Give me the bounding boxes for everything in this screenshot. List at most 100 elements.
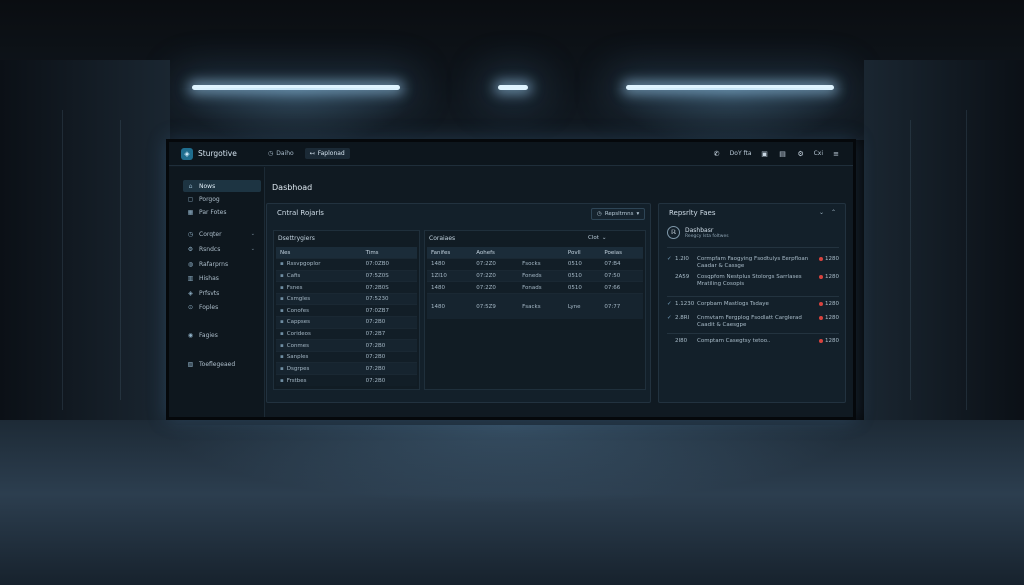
devices-table: Nes Tims ▪ Rssvpgoplor 07:0ZB0 ▪ Cafis 07:5Z… xyxy=(276,247,417,387)
table-cell: ▪ Cappses xyxy=(276,316,362,329)
table-row[interactable]: ▪ Sanples 07:2B0 xyxy=(276,350,417,363)
user-label[interactable]: DoY fta xyxy=(730,150,752,157)
sidebar-item-prfsvts[interactable]: ◈ Prfsvts xyxy=(183,287,261,299)
sidebar-item-porgog[interactable]: ▢ Porgog xyxy=(183,193,261,205)
list-item[interactable]: ✓ 1.1230 Corpbam Mastlogs Tsdaye 1280 xyxy=(667,301,839,315)
table-row[interactable]: 1480 07:5Z9 Fsacks Lyne 07:77 xyxy=(427,292,643,320)
cell-text: Sanples xyxy=(286,354,309,361)
table-cell: 1ZI10 xyxy=(427,269,473,282)
chevron-down-icon[interactable]: ⌄ xyxy=(251,231,255,237)
table-row[interactable]: ▪ Rssvpgoplor 07:0ZB0 xyxy=(276,258,417,271)
table-cell: 07:2B0S xyxy=(361,281,417,294)
menu-icon[interactable]: ≡ xyxy=(831,149,841,159)
square-icon: ▪ xyxy=(280,330,284,337)
alert-status: 1280 xyxy=(813,274,839,280)
filter-dropdown[interactable]: ◷ Repsltmns ▾ xyxy=(591,208,646,220)
check-icon: ✓ xyxy=(667,315,672,321)
box-icon: ▢ xyxy=(187,195,194,203)
wall-seam xyxy=(966,110,967,410)
top-nav-daiho[interactable]: ◷ Daiho xyxy=(263,148,299,159)
arrow-icon: ↤ xyxy=(309,150,315,157)
document-icon[interactable]: ▤ xyxy=(778,149,788,159)
check-icon: ✓ xyxy=(667,256,672,262)
list-item[interactable]: ✓ 2.8RI Cnmvtam Fergplog Fsodlatt Cargle… xyxy=(667,315,839,329)
table-row[interactable]: 1ZI10 07:2Z0 Foneds 0510 07:50 xyxy=(427,269,643,282)
alert-description: Cosqpfom Nestplus Stolorgs Sarrlases Mra… xyxy=(697,274,802,287)
table-row[interactable]: 1480 07:2Z0 Fsocks 0510 07:B4 xyxy=(427,258,643,271)
chevron-up-icon[interactable]: ⌃ xyxy=(831,209,836,216)
table-cell: 07:2B7 xyxy=(361,327,417,340)
table-row[interactable]: ▪ Corideos 07:2B7 xyxy=(276,327,417,340)
table-cell: ▪ Sanples xyxy=(276,350,362,363)
folder-icon: ▧ xyxy=(187,360,194,368)
dashboard-screen: ◈ Sturgotive ◷ Daiho ↤ Faplonad ✆ DoY ft… xyxy=(166,139,856,420)
cell-text: Cappses xyxy=(286,319,311,326)
divider xyxy=(667,333,839,334)
table-cell: 07:2B0 xyxy=(361,350,417,363)
red-dot-icon xyxy=(819,339,823,343)
column-header[interactable]: Fanifes xyxy=(427,247,473,259)
sidebar-item-label: Rsndcs xyxy=(199,245,221,253)
column-header[interactable]: Poeias xyxy=(600,247,643,259)
table-header-row: Fanifes Aohefs Povll Poeias xyxy=(427,247,643,259)
table-cell: 1480 xyxy=(427,258,473,271)
table-row[interactable]: ▪ Csmgles 07:5230 xyxy=(276,292,417,305)
list-item[interactable]: ✓ 1.2I0 Cormpfam Faogying Fsodtulys Eerp… xyxy=(667,256,839,270)
list-item[interactable]: 2A59 Cosqpfom Nestplus Stolorgs Sarrlase… xyxy=(667,274,839,288)
sidebar-item-label: Foples xyxy=(199,303,219,311)
square-icon: ▪ xyxy=(280,296,284,303)
table-row[interactable]: ▪ Cafis 07:5Z0S xyxy=(276,269,417,282)
status-text: 1280 xyxy=(825,256,839,262)
phone-icon[interactable]: ✆ xyxy=(712,149,722,159)
sidebar-item-hishas[interactable]: ▥ Hishas xyxy=(183,272,261,284)
sidebar-item-toeflegeaed[interactable]: ▧ Toeflegeaed xyxy=(183,358,261,370)
sidebar-item-fagies[interactable]: ◉ Fagies xyxy=(183,329,261,341)
sidebar-item-corqter[interactable]: ◷ Corqter ⌄ xyxy=(183,228,261,240)
sidebar-item-label: Nows xyxy=(199,182,216,190)
gear-icon: ⚙ xyxy=(187,245,194,253)
sidebar-item-foples[interactable]: ⊙ Foples xyxy=(183,301,261,313)
connections-subpanel: Coraiaes Clot ⌄ Fanifes Aohefs Povll Poe… xyxy=(424,230,646,390)
table-row[interactable]: ▪ Fsnes 07:2B0S xyxy=(276,281,417,294)
divider xyxy=(667,247,839,248)
table-row[interactable]: ▪ Conofes 07:0ZB7 xyxy=(276,304,417,317)
alert-description: Comptam Casegtsy tetoo.. xyxy=(697,338,771,344)
close-dropdown[interactable]: Clot ⌄ xyxy=(583,233,612,243)
gear-icon[interactable]: ⚙ xyxy=(796,149,806,159)
table-row[interactable]: ▪ Frstbes 07:2B0 xyxy=(276,374,417,387)
check-icon: ✓ xyxy=(667,301,672,307)
sidebar-item-nows[interactable]: ⌂ Nows xyxy=(183,180,261,192)
table-cell: ▪ Rssvpgoplor xyxy=(276,258,362,271)
table-row[interactable]: ▪ Conmes 07:2B0 xyxy=(276,339,417,352)
settings-label[interactable]: Cxi xyxy=(814,150,823,157)
table-row[interactable]: ▪ Cappses 07:2B0 xyxy=(276,316,417,329)
circle-icon: ◉ xyxy=(187,331,194,339)
table-row[interactable]: ▪ Dsgrpes 07:2B0 xyxy=(276,362,417,375)
table-row[interactable]: 1480 07:2Z0 Fonads 0510 07:66 xyxy=(427,281,643,294)
alert-status: 1280 xyxy=(813,338,839,344)
column-header[interactable]: Aohefs xyxy=(472,247,519,259)
table-cell: 07:5230 xyxy=(361,292,417,305)
chevron-down-icon[interactable]: ⌄ xyxy=(819,209,824,216)
top-nav-label: Daiho xyxy=(276,150,294,157)
column-header[interactable]: Nes xyxy=(276,247,362,259)
cell-text: Frstbes xyxy=(286,377,307,384)
column-header[interactable] xyxy=(518,247,564,259)
brand[interactable]: ◈ Sturgotive xyxy=(169,147,257,160)
sidebar-item-par-fotes[interactable]: ▦ Par Fotes xyxy=(183,206,261,218)
column-header[interactable]: Tims xyxy=(361,247,417,259)
sidebar-item-rsndcs[interactable]: ⚙ Rsndcs ⌄ xyxy=(183,243,261,255)
box-icon[interactable]: ▣ xyxy=(760,149,770,159)
top-nav-faplonad[interactable]: ↤ Faplonad xyxy=(304,148,350,159)
sidebar-item-rafarprns[interactable]: ◍ Rafarprns xyxy=(183,258,261,270)
chart-icon: ▥ xyxy=(187,274,194,282)
chevron-down-icon[interactable]: ⌄ xyxy=(251,246,255,252)
home-icon: ⌂ xyxy=(188,182,193,190)
table-cell: 07:50 xyxy=(600,269,643,282)
table-header-row: Nes Tims xyxy=(276,247,417,259)
list-item[interactable]: 2I80 Comptam Casegtsy tetoo.. 1280 xyxy=(667,338,839,352)
table-cell: 07:2B0 xyxy=(361,362,417,375)
central-reports-panel: Cntral Rojarls ◷ Repsltmns ▾ Dsettrygier… xyxy=(266,203,651,403)
devices-table-wrap: Nes Tims ▪ Rssvpgoplor 07:0ZB0 ▪ Cafis 07:5Z… xyxy=(276,247,417,387)
column-header[interactable]: Povll xyxy=(563,247,601,259)
